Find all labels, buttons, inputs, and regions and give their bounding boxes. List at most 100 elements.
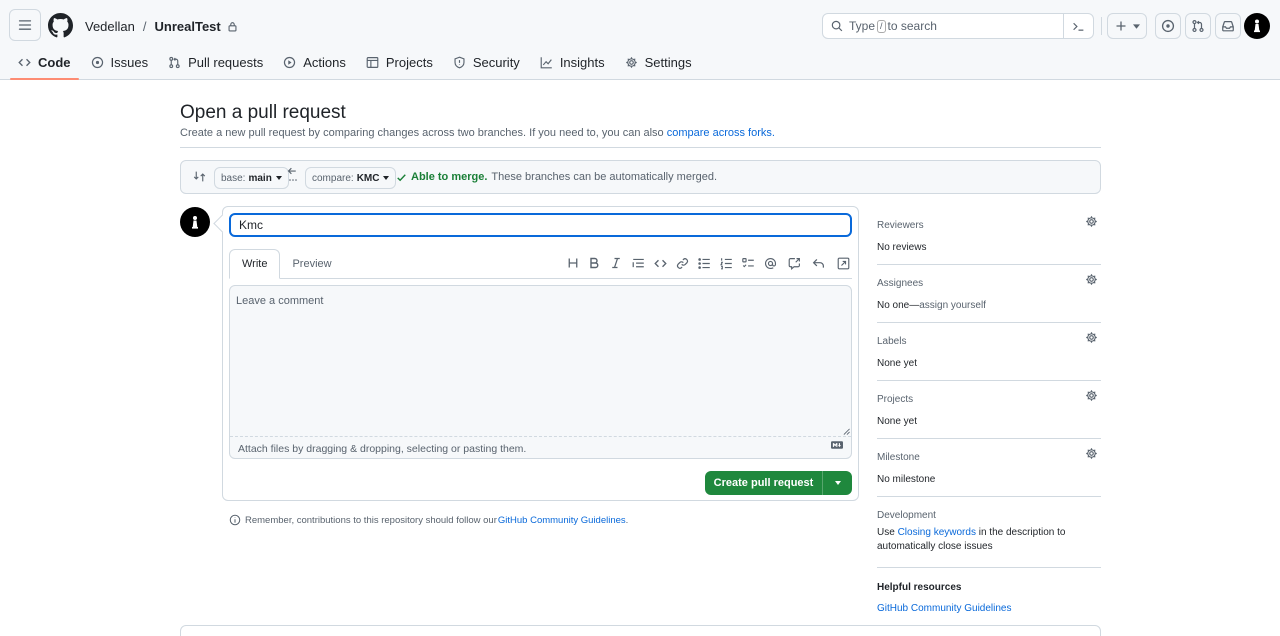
create-options-dropdown[interactable] [822,471,852,495]
header-divider [1101,17,1102,35]
triangle-down-icon [834,481,841,485]
menu-button[interactable] [9,9,41,41]
tab-security[interactable]: Security [445,48,528,76]
development-suffix: in the description to [978,527,1066,538]
search-placeholder-suffix: to search [887,19,937,33]
repo-tabs: Code Issues Pull requests Actions Projec… [10,48,704,80]
fullscreen-icon[interactable] [835,255,851,271]
cross-reference-icon[interactable] [786,255,802,271]
tab-actions[interactable]: Actions [275,48,354,76]
tab-pull-requests-label: Pull requests [188,54,264,70]
tab-pull-requests[interactable]: Pull requests [160,48,271,76]
tab-security-label: Security [472,54,520,70]
contribution-guidelines-note: Remember, contributions to this reposito… [229,514,628,526]
italic-icon[interactable] [608,255,624,271]
reply-icon[interactable] [810,255,826,271]
link-icon[interactable] [674,255,690,271]
gear-icon[interactable] [1085,215,1101,231]
mention-icon[interactable] [762,255,778,271]
caret-down-icon [275,176,282,180]
git-pull-request-icon [168,56,181,69]
command-palette-icon[interactable] [1063,14,1093,38]
check-icon [396,172,407,183]
issue-opened-icon [1161,19,1175,33]
editor-tabs: Write Preview [229,249,344,279]
sidebar-helpful-resources: Helpful resources GitHub Community Guide… [877,582,1101,614]
gear-icon[interactable] [1085,273,1101,289]
plus-icon [1115,20,1127,32]
branch-range-bar: base: main compare: KMC Able to merge. T… [180,160,1101,194]
base-branch-value: main [248,172,272,184]
base-branch-select[interactable]: base: main [214,167,289,189]
compare-branch-label: compare: [312,172,354,184]
community-guidelines-link[interactable]: GitHub Community Guidelines [498,515,626,526]
ordered-list-icon[interactable] [718,255,734,271]
github-logo-icon[interactable] [48,13,73,38]
assign-yourself-link[interactable]: assign yourself [919,300,986,311]
reviewers-title[interactable]: Reviewers [877,220,1101,231]
git-pull-request-icon [1191,19,1205,33]
arrow-left-icon [287,166,297,176]
bold-icon[interactable] [586,255,602,271]
gear-icon[interactable] [1085,447,1101,463]
quote-icon[interactable] [630,255,646,271]
tab-code[interactable]: Code [10,48,79,80]
tab-code-label: Code [38,54,71,70]
resize-grip-icon[interactable] [843,428,850,435]
unordered-list-icon[interactable] [696,255,712,271]
pr-title-input[interactable] [229,213,852,237]
sidebar-community-guidelines-link[interactable]: GitHub Community Guidelines [877,603,1012,614]
search-placeholder-prefix: Type [849,19,876,33]
tab-insights-label: Insights [559,54,605,70]
page-title: Open a pull request [180,102,346,123]
breadcrumb-owner[interactable]: Vedellan [85,19,135,34]
issues-button[interactable] [1155,13,1181,39]
code-icon[interactable] [652,255,668,271]
development-prefix: Use [877,527,895,538]
pull-requests-button[interactable] [1185,13,1211,39]
search-icon [831,20,843,32]
comment-textarea[interactable]: Leave a comment Attach files by dragging… [229,285,852,459]
attach-files-hint[interactable]: Attach files by dragging & dropping, sel… [230,436,851,458]
tab-settings[interactable]: Settings [617,48,700,76]
user-avatar[interactable] [1244,13,1270,39]
compare-branch-select[interactable]: compare: KMC [305,167,397,189]
commits-summary-box [180,625,1101,636]
sidebar-divider [877,438,1101,439]
development-title: Development [877,510,936,521]
development-value: Use Closing keywords in the description … [877,526,1101,554]
sidebar-projects: Projects None yet [877,390,1101,427]
inbox-button[interactable] [1215,13,1241,39]
tab-insights[interactable]: Insights [532,48,613,76]
issue-opened-icon [91,56,104,69]
breadcrumb: Vedellan / UnrealTest [85,17,238,35]
tab-issues[interactable]: Issues [83,48,157,76]
author-avatar [180,207,210,237]
task-list-icon[interactable] [740,255,756,271]
gear-icon[interactable] [1085,331,1101,347]
editor-tabs-divider [229,278,852,279]
inbox-icon [1221,19,1235,33]
projects-title[interactable]: Projects [877,394,1101,405]
sidebar-development: Development Use Closing keywords in the … [877,510,1101,554]
gear-icon[interactable] [1085,389,1101,405]
ellipsis-icon [289,178,297,182]
search-input[interactable]: Type / to search [822,13,1094,39]
tab-projects[interactable]: Projects [358,48,441,76]
heading-icon[interactable] [565,255,581,271]
compare-branch-value: KMC [356,172,380,184]
compare-forks-link[interactable]: compare across forks. [667,127,775,139]
closing-keywords-link[interactable]: Closing keywords [898,527,976,538]
create-new-button[interactable] [1107,13,1147,39]
labels-title[interactable]: Labels [877,336,1101,347]
triangle-down-icon [1132,23,1140,29]
assignees-title[interactable]: Assignees [877,278,1101,289]
assignees-none: No one— [877,300,920,311]
sidebar-labels: Labels None yet [877,332,1101,369]
create-pull-request-button[interactable]: Create pull request [705,471,852,495]
tab-write[interactable]: Write [229,249,281,279]
tab-preview[interactable]: Preview [280,249,343,279]
milestone-title[interactable]: Milestone [877,452,1101,463]
breadcrumb-repo[interactable]: UnrealTest [155,19,221,34]
tab-issues-label: Issues [110,54,149,70]
